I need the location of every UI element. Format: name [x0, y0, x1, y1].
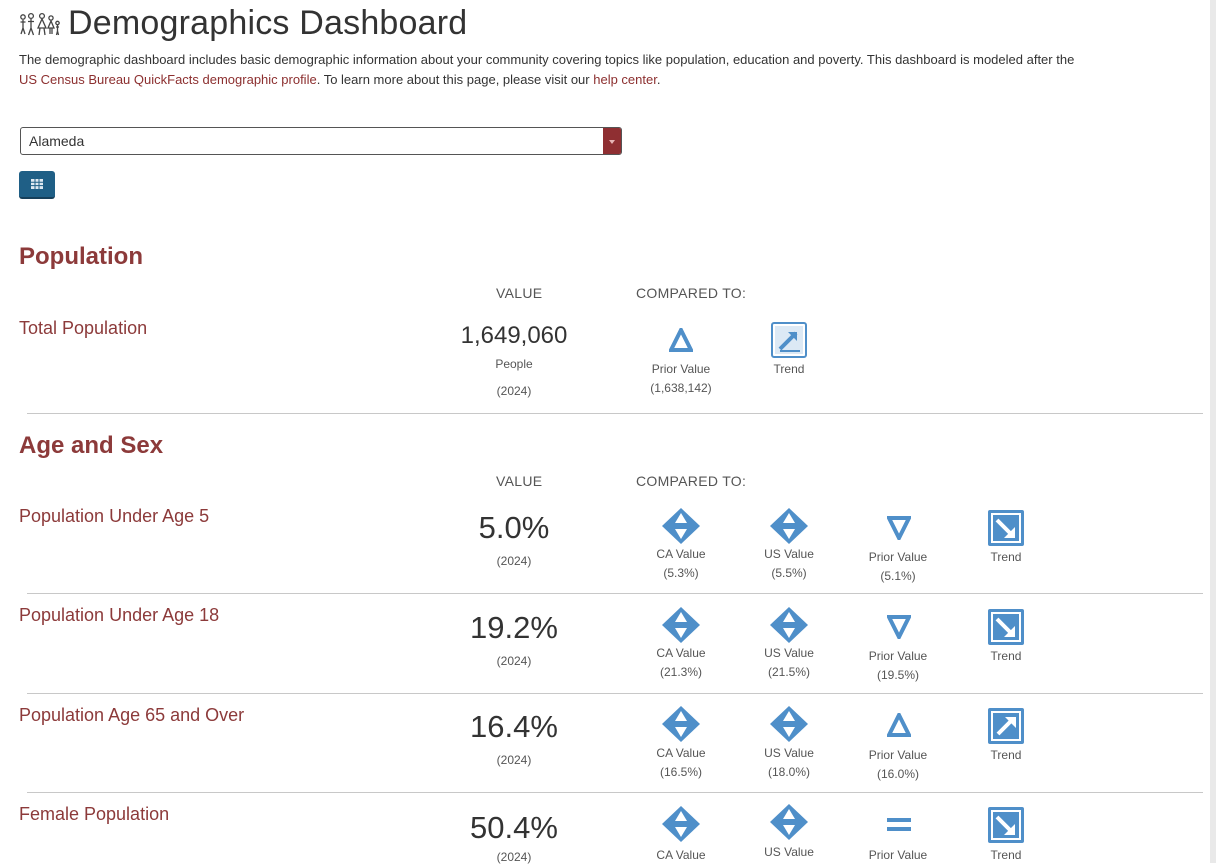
prior-value-label: Prior Value: [868, 748, 928, 762]
chevron-down-icon[interactable]: [603, 128, 621, 154]
ca-value: (16.5%): [659, 765, 703, 779]
prior-value: (1,638,142): [650, 381, 712, 395]
trend-down-icon[interactable]: [988, 807, 1024, 843]
row-divider: [27, 792, 1203, 793]
page-title: Demographics Dashboard: [68, 4, 468, 42]
equal-icon[interactable]: [886, 816, 912, 834]
metric-year: (2024): [496, 554, 532, 568]
page-header: Demographics Dashboard: [18, 4, 467, 43]
metric-unit: People: [495, 357, 533, 371]
us-value-label: US Value: [764, 845, 814, 859]
us-compare-diamond-icon[interactable]: [770, 607, 808, 643]
ca-compare-diamond-icon[interactable]: [662, 607, 700, 643]
prior-value-label: Prior Value: [868, 649, 928, 663]
compared-to-header: COMPARED TO:: [636, 473, 747, 489]
metric-year: (2024): [496, 850, 532, 864]
prior-value-label: Prior Value: [868, 848, 928, 862]
metric-year: (2024): [496, 384, 532, 398]
prior-value-label: Prior Value: [651, 362, 711, 376]
ca-compare-diamond-icon[interactable]: [662, 508, 700, 544]
trend-label: Trend: [990, 649, 1022, 663]
trend-label: Trend: [990, 550, 1022, 564]
metric-value: 1,649,060: [460, 322, 568, 349]
row-divider: [27, 593, 1203, 594]
us-value-label: US Value: [764, 547, 814, 561]
section-title-age-sex: Age and Sex: [19, 432, 164, 459]
trend-up-icon[interactable]: [988, 708, 1024, 744]
prior-value-label: Prior Value: [868, 550, 928, 564]
metric-year: (2024): [496, 753, 532, 767]
prior-value: (16.0%): [876, 767, 920, 781]
trend-down-icon[interactable]: [988, 609, 1024, 645]
trend-label: Trend: [773, 362, 805, 376]
ca-value-label: CA Value: [656, 547, 706, 561]
us-compare-diamond-icon[interactable]: [770, 804, 808, 840]
triangle-down-outline-icon[interactable]: [887, 615, 911, 639]
people-icon: [20, 12, 60, 35]
metric-value: 5.0%: [478, 510, 550, 545]
row-label[interactable]: Female Population: [19, 804, 169, 825]
ca-compare-diamond-icon[interactable]: [662, 806, 700, 842]
intro-text-1: The demographic dashboard includes basic…: [19, 52, 1075, 67]
location-select-value: Alameda: [29, 133, 85, 149]
triangle-up-outline-icon[interactable]: [887, 713, 911, 737]
intro-text-2: . To learn more about this page, please …: [316, 72, 594, 87]
row-label[interactable]: Total Population: [19, 318, 147, 339]
ca-value-label: CA Value: [656, 848, 706, 862]
metric-year: (2024): [496, 654, 532, 668]
triangle-down-outline-icon[interactable]: [887, 516, 911, 540]
metric-value: 19.2%: [470, 610, 558, 645]
quickfacts-link[interactable]: US Census Bureau QuickFacts demographic …: [19, 72, 317, 87]
us-value-label: US Value: [764, 746, 814, 760]
us-compare-diamond-icon[interactable]: [770, 706, 808, 742]
prior-value: (5.1%): [880, 569, 916, 583]
row-label[interactable]: Population Under Age 5: [19, 506, 209, 527]
us-value: (18.0%): [767, 765, 811, 779]
ca-value-label: CA Value: [656, 646, 706, 660]
section-title-population: Population: [19, 243, 143, 270]
table-view-button[interactable]: [19, 171, 55, 199]
help-center-link[interactable]: help center: [593, 72, 657, 87]
prior-value: (19.5%): [876, 668, 920, 682]
intro-text-3: .: [656, 72, 661, 87]
ca-value-label: CA Value: [656, 746, 706, 760]
row-divider: [27, 693, 1203, 694]
value-column-header: VALUE: [496, 473, 543, 489]
ca-value: (5.3%): [663, 566, 699, 580]
trend-label: Trend: [990, 848, 1022, 862]
row-label[interactable]: Population Age 65 and Over: [19, 705, 244, 726]
us-value-label: US Value: [764, 646, 814, 660]
compared-to-header: COMPARED TO:: [636, 285, 747, 301]
us-value: (5.5%): [771, 566, 807, 580]
location-select[interactable]: Alameda: [20, 127, 622, 155]
triangle-up-outline-icon[interactable]: [669, 328, 693, 352]
ca-compare-diamond-icon[interactable]: [662, 706, 700, 742]
value-column-header: VALUE: [496, 285, 543, 301]
trend-label: Trend: [990, 748, 1022, 762]
trend-up-icon[interactable]: [771, 322, 807, 358]
us-value: (21.5%): [767, 665, 811, 679]
table-icon: [31, 179, 43, 189]
section-divider: [27, 413, 1203, 414]
metric-value: 16.4%: [470, 709, 558, 744]
row-label[interactable]: Population Under Age 18: [19, 605, 219, 626]
trend-down-icon[interactable]: [988, 510, 1024, 546]
ca-value: (21.3%): [659, 665, 703, 679]
us-compare-diamond-icon[interactable]: [770, 508, 808, 544]
intro-text: The demographic dashboard includes basic…: [19, 50, 1214, 90]
metric-value: 50.4%: [470, 810, 558, 845]
